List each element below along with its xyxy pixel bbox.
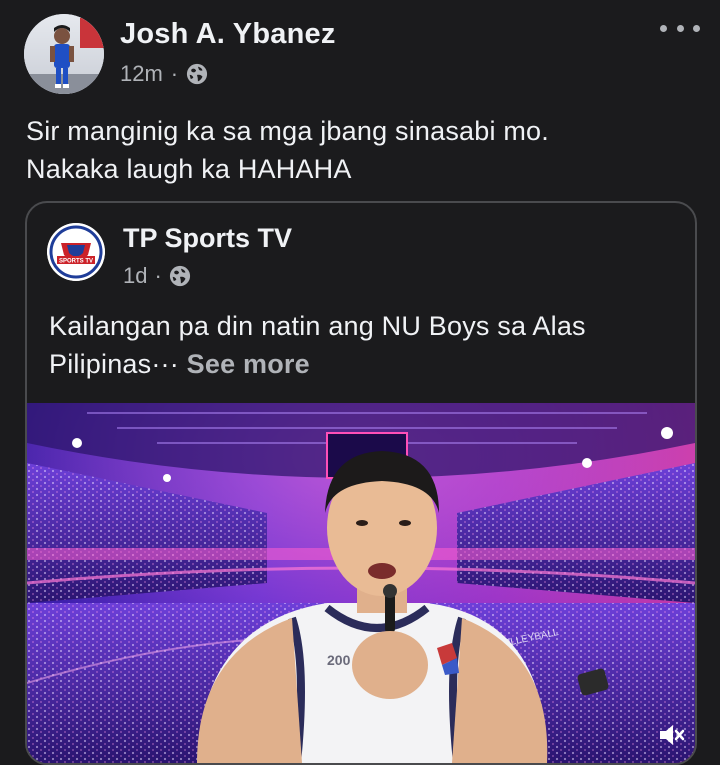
video-player[interactable]: VOLLEYBALL 200 [27, 403, 695, 763]
post-text-line: Sir manginig ka sa mga jbang sinasabi mo… [26, 116, 549, 146]
globe-icon [169, 265, 190, 287]
shared-text-line: Pilipinas [49, 349, 152, 379]
mute-icon[interactable] [657, 721, 685, 749]
post-timestamp[interactable]: 12m [120, 61, 163, 87]
more-options-button[interactable] [660, 16, 700, 40]
logo-text: SPORTS TV [59, 259, 93, 265]
tp-sports-logo: SPORTS TV [47, 223, 105, 281]
ellipsis: ··· [151, 349, 179, 379]
globe-icon [187, 63, 208, 85]
meta-separator: · [154, 263, 162, 288]
see-more-link[interactable]: See more [187, 349, 310, 379]
shared-timestamp[interactable]: 1d [123, 263, 147, 289]
post-text: Sir manginig ka sa mga jbang sinasabi mo… [26, 112, 696, 188]
post-meta: 12m · [120, 61, 208, 87]
shared-post-card[interactable]: SPORTS TV TP Sports TV 1d · Kailangan pa… [25, 201, 697, 765]
page-avatar[interactable]: SPORTS TV [47, 223, 105, 281]
meta-separator: · [170, 61, 179, 86]
more-dots-icon [660, 24, 667, 32]
video-frame: VOLLEYBALL 200 [27, 403, 695, 763]
page-name[interactable]: TP Sports TV [123, 223, 292, 254]
shared-text-line: Kailangan pa din natin ang NU Boys sa Al… [49, 311, 586, 341]
author-avatar[interactable] [24, 14, 104, 94]
post-text-line: Nakaka laugh ka HAHAHA [26, 154, 352, 184]
author-avatar-image [24, 14, 104, 94]
shared-post-meta: 1d · [123, 263, 191, 289]
post-header: Josh A. Ybanez 12m · [24, 14, 704, 98]
author-name[interactable]: Josh A. Ybanez [120, 18, 336, 51]
jersey-text: 200 [327, 652, 351, 668]
shared-post-text: Kailangan pa din natin ang NU Boys sa Al… [49, 307, 679, 383]
